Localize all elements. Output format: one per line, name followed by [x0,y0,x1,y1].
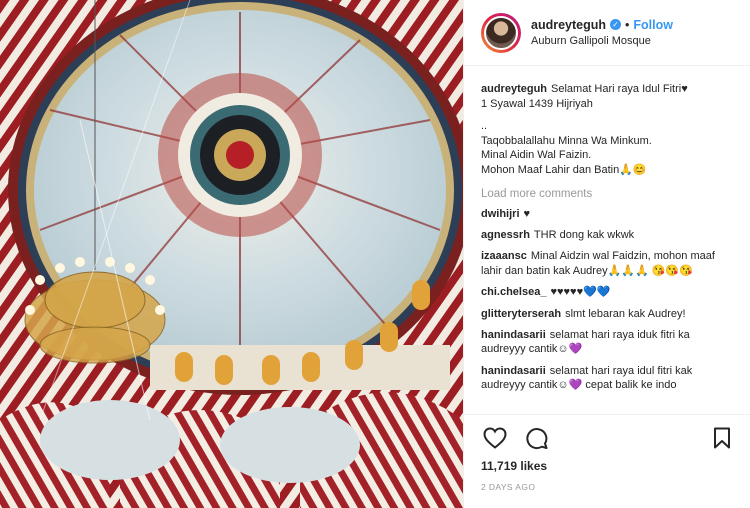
comment-item: dwihijri ♥ [481,207,736,221]
caption-line: Selamat Hari raya Idul Fitri♥ [551,83,688,95]
header-text: audreyteguh ✓ • Follow Auburn Gallipoli … [531,17,673,49]
avatar-image [484,15,518,50]
comment-item: izaaansc Minal Aidzin wal Faidzin, mohon … [481,249,736,278]
instagram-post: audreyteguh ✓ • Follow Auburn Gallipoli … [0,0,750,508]
caption-line: Mohon Maaf Lahir dan Batin🙏😊 [481,163,647,176]
comment-username[interactable]: dwihijri [481,208,520,220]
comment-text: THR dong kak wkwk [533,228,635,241]
post-sidebar: audreyteguh ✓ • Follow Auburn Gallipoli … [463,0,750,508]
caption-line: .. [481,120,488,133]
separator-dot: • [625,17,630,32]
comment-username[interactable]: chi.chelsea_ [481,286,546,298]
comment-username[interactable]: izaaansc [481,250,527,262]
caption-line: Taqobbalallahu Minna Wa Minkum. [481,134,652,147]
comment-text: ♥ [523,207,531,220]
comment-icon[interactable] [523,424,551,452]
comment-username[interactable]: agnessrh [481,229,530,241]
comment-item: hanindasarii selamat hari raya idul fitri… [481,364,736,393]
heart-icon[interactable] [481,424,509,452]
location-link[interactable]: Auburn Gallipoli Mosque [531,33,673,49]
bookmark-icon[interactable] [708,424,736,452]
comment-text: ♥♥♥♥♥💙💙 [550,286,611,299]
comments-fade [464,396,750,414]
verified-badge-icon: ✓ [610,19,622,30]
action-icons [481,423,736,453]
comment-item: glitteryterserah slmt lebaran kak Audrey! [481,307,736,321]
load-more-comments-button[interactable]: Load more comments [481,188,736,200]
comment-text: slmt lebaran kak Audrey! [565,307,686,320]
caption: audreyteguh Selamat Hari raya Idul Fitri♥… [481,82,736,178]
comments-list[interactable]: audreyteguh Selamat Hari raya Idul Fitri♥… [464,66,750,414]
post-photo[interactable] [0,0,463,508]
post-header: audreyteguh ✓ • Follow Auburn Gallipoli … [464,0,750,66]
follow-button[interactable]: Follow [633,17,673,33]
header-username[interactable]: audreyteguh [531,17,606,33]
user-row: audreyteguh ✓ • Follow [531,17,673,33]
comment-username[interactable]: hanindasarii [481,329,546,341]
comment-item: chi.chelsea_ ♥♥♥♥♥💙💙 [481,285,736,299]
comment-item: hanindasarii selamat hari raya iduk fitri… [481,328,736,357]
likes-count[interactable]: 11,719 likes [481,459,736,473]
post-actions: 11,719 likes 2 DAYS AGO [464,414,750,508]
comment-username[interactable]: glitteryterserah [481,308,561,320]
caption-line: Minal Aidin Wal Faizin. [481,149,592,162]
comment-username[interactable]: hanindasarii [481,365,546,377]
mosque-dome-image [0,0,463,508]
post-timestamp[interactable]: 2 DAYS AGO [481,482,736,492]
caption-line: 1 Syawal 1439 Hijriyah [481,97,593,110]
caption-username[interactable]: audreyteguh [481,83,547,95]
avatar[interactable] [481,12,521,53]
comment-item: agnessrh THR dong kak wkwk [481,228,736,242]
